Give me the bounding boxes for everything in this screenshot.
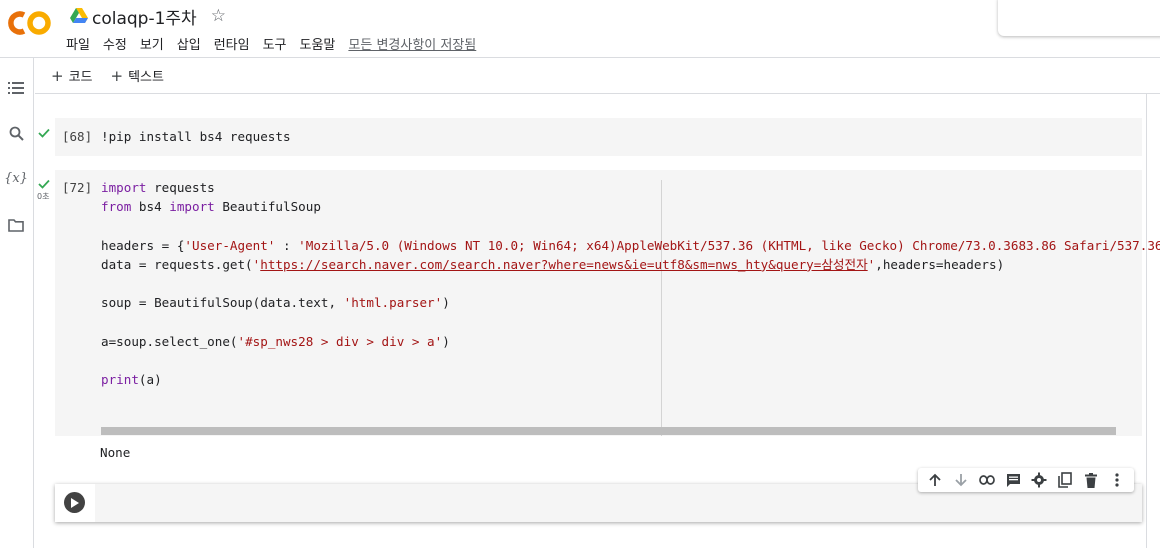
app-header: colaqp-1주차 ☆ 파일 수정 보기 삽입 런타임 도구 도움말 모든 변… xyxy=(0,0,1160,58)
code-line: ​ xyxy=(101,216,1160,235)
code-line: soup = BeautifulSoup(data.text, 'html.pa… xyxy=(101,295,450,311)
arrow-up-icon[interactable] xyxy=(926,471,944,489)
code-line: ​ xyxy=(101,274,1160,293)
code-line: from bs4 import BeautifulSoup xyxy=(101,199,321,215)
plus-icon: + xyxy=(51,67,64,85)
code-line: headers = {'User-Agent' : 'Mozilla/5.0 (… xyxy=(101,237,1160,253)
code-line: ​ xyxy=(101,351,1160,370)
add-text-label: 텍스트 xyxy=(128,70,164,85)
menu-tools[interactable]: 도구 xyxy=(263,34,287,53)
menu-help[interactable]: 도움말 xyxy=(300,34,336,53)
notebook-toolbar: + 코드 + 텍스트 xyxy=(35,58,1160,94)
left-sidebar: {x} xyxy=(0,58,34,548)
code-line: data = requests.get('https://search.nave… xyxy=(101,256,1005,272)
code-line: a=soup.select_one('#sp_nws28 > div > div… xyxy=(101,333,450,349)
star-icon[interactable]: ☆ xyxy=(211,6,226,26)
execution-time: 0초 xyxy=(37,192,50,201)
save-status-link[interactable]: 모든 변경사항이 저장됨 xyxy=(348,34,476,53)
add-text-button[interactable]: + 텍스트 xyxy=(111,66,164,85)
menu-view[interactable]: 보기 xyxy=(140,34,164,53)
execution-count[interactable]: [72] xyxy=(62,180,92,195)
cell-toolbar xyxy=(918,468,1134,492)
horizontal-scrollbar[interactable] xyxy=(101,427,1116,435)
cell-gutter xyxy=(55,484,95,522)
arrow-down-icon[interactable] xyxy=(952,471,970,489)
code-line: import requests xyxy=(101,180,215,195)
title-row: colaqp-1주차 ☆ xyxy=(70,4,226,29)
execution-count[interactable]: [68] xyxy=(62,129,92,144)
plus-icon: + xyxy=(110,67,124,85)
cell-code[interactable]: !pip install bs4 requests xyxy=(101,127,291,146)
comment-icon[interactable] xyxy=(1004,471,1022,489)
cell-code[interactable]: import requests from bs4 import Beautiful… xyxy=(101,178,1160,389)
code-line: !pip install bs4 requests xyxy=(101,129,291,144)
menu-bar: 파일 수정 보기 삽입 런타임 도구 도움말 모든 변경사항이 저장됨 xyxy=(66,33,476,53)
menu-insert[interactable]: 삽입 xyxy=(177,34,201,53)
menu-runtime[interactable]: 런타임 xyxy=(214,34,250,53)
add-code-label: 코드 xyxy=(68,70,93,85)
menu-edit[interactable]: 수정 xyxy=(103,34,127,53)
colab-logo[interactable] xyxy=(8,8,54,38)
menu-file[interactable]: 파일 xyxy=(66,34,90,53)
settings-icon[interactable] xyxy=(1030,471,1048,489)
play-icon xyxy=(71,497,79,508)
google-drive-icon[interactable] xyxy=(70,8,88,24)
add-code-button[interactable]: + 코드 xyxy=(51,66,93,85)
code-line: print(a) xyxy=(101,372,162,388)
success-check-icon xyxy=(38,128,50,138)
more-vert-icon[interactable] xyxy=(1108,471,1126,489)
account-panel xyxy=(998,0,1160,36)
notebook-title[interactable]: colaqp-1주차 xyxy=(92,4,197,29)
cell-output: None xyxy=(100,445,131,460)
code-line: ​ xyxy=(101,312,1160,331)
folder-icon[interactable] xyxy=(6,215,26,235)
mirror-cell-icon[interactable] xyxy=(1056,471,1074,489)
run-cell-button[interactable] xyxy=(64,492,85,513)
toc-icon[interactable] xyxy=(6,78,26,98)
variables-icon[interactable]: {x} xyxy=(4,168,28,188)
success-check-icon xyxy=(38,179,50,189)
link-icon[interactable] xyxy=(978,471,996,489)
delete-icon[interactable] xyxy=(1082,471,1100,489)
search-icon[interactable] xyxy=(6,123,26,143)
